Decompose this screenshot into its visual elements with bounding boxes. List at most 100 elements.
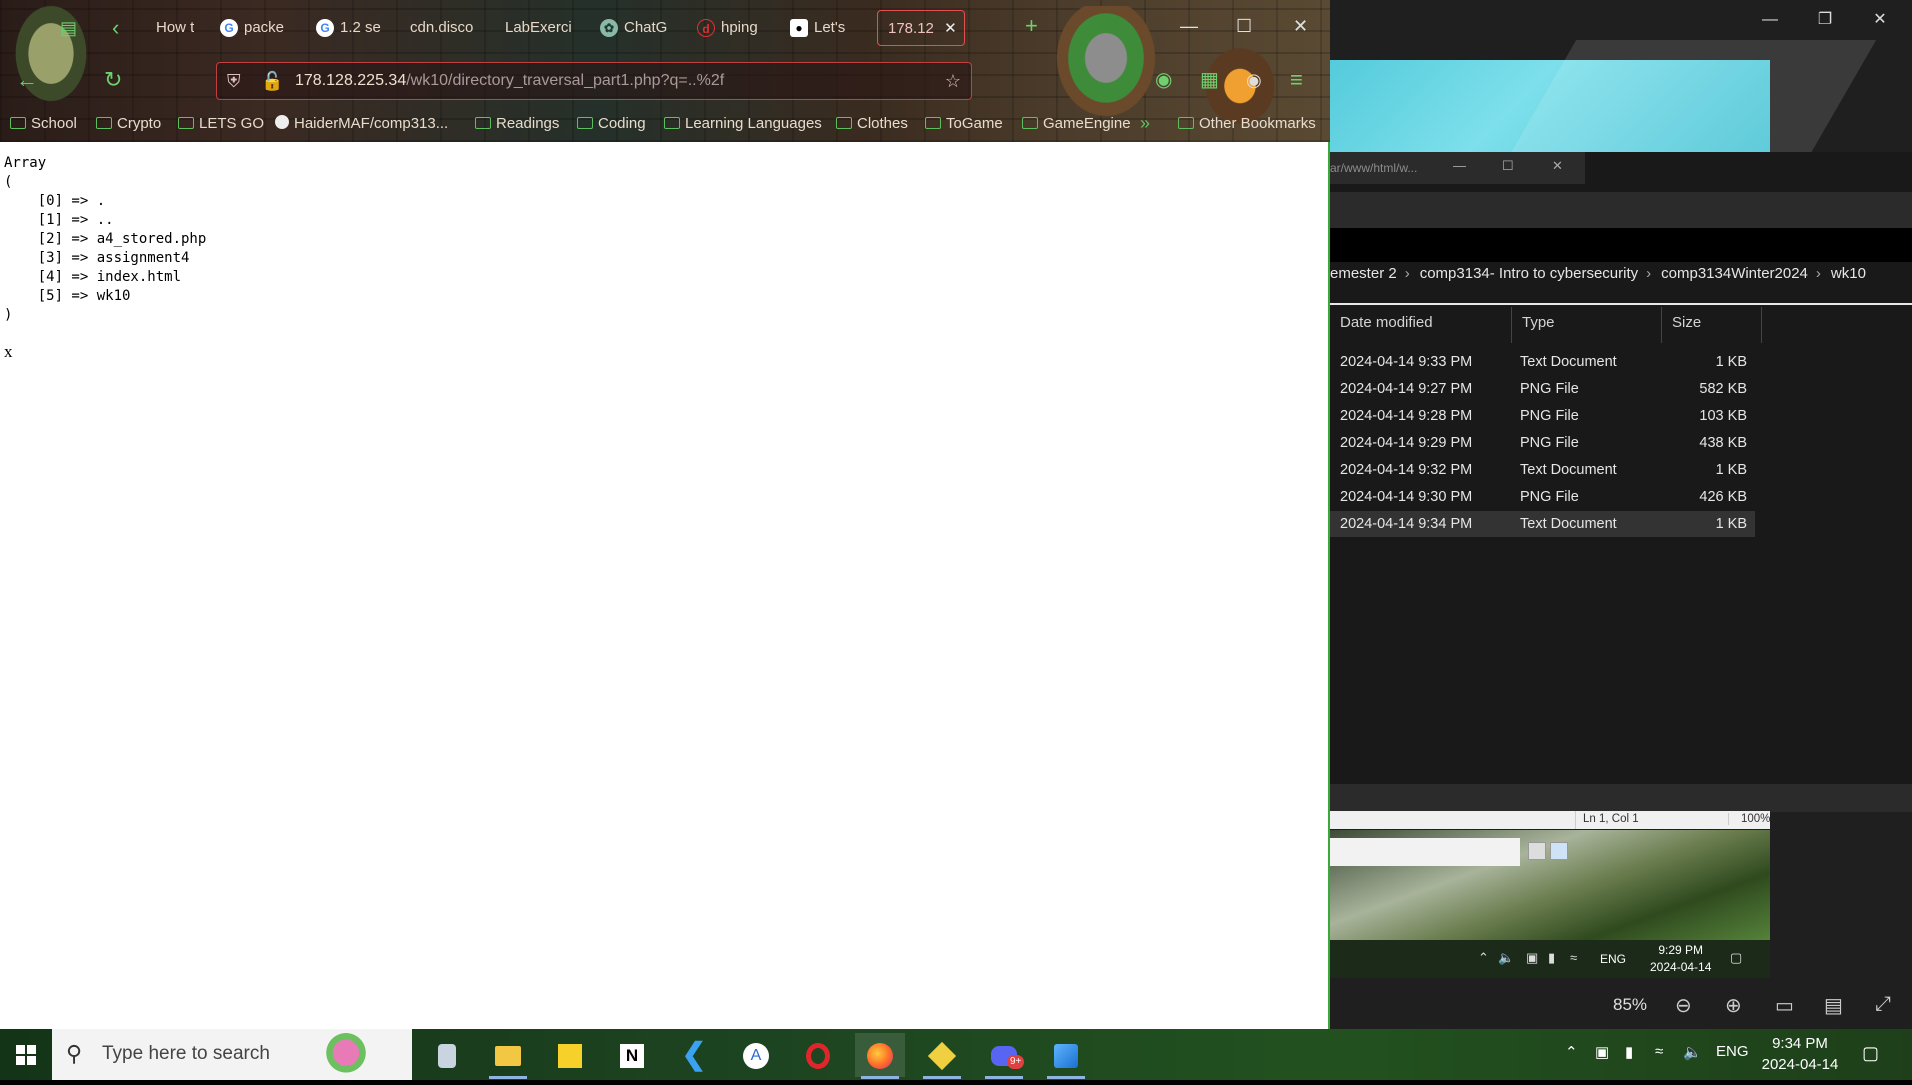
account-icon[interactable]: ◉	[1155, 66, 1172, 94]
bookmark-other[interactable]: Other Bookmarks	[1178, 115, 1316, 132]
bookmark-folder[interactable]: LETS GO	[178, 115, 264, 132]
fullscreen-icon[interactable]: ⤢	[1875, 993, 1891, 1016]
file-row[interactable]: 2024-04-14 9:28 PM PNG File 103 KB	[1330, 403, 1755, 429]
column-size[interactable]: Size	[1662, 307, 1762, 343]
back-icon[interactable]: ←	[16, 66, 38, 94]
extensions-icon[interactable]: ▦	[1200, 66, 1219, 94]
breadcrumb-item[interactable]: emester 2	[1330, 265, 1397, 282]
file-row[interactable]: 2024-04-14 9:32 PM Text Document 1 KB	[1330, 457, 1755, 483]
tab-active-178[interactable]: 178.12 ✕	[877, 10, 965, 46]
tab-packet[interactable]: Gpacke	[220, 10, 290, 46]
file-row[interactable]: 2024-04-14 9:27 PM PNG File 582 KB	[1330, 376, 1755, 402]
tab-how-to[interactable]: How t	[132, 10, 194, 46]
notion-icon[interactable]: N	[607, 1033, 657, 1077]
clock-time: 9:34 PM	[1772, 1035, 1828, 1052]
maximize-icon[interactable]: ☐	[1236, 16, 1252, 37]
view-tiles-icon[interactable]	[1550, 842, 1568, 860]
file-explorer-icon[interactable]	[483, 1033, 533, 1079]
tab-scroll-left-icon[interactable]: ‹	[112, 14, 119, 42]
photos-icon[interactable]	[1041, 1033, 1091, 1079]
folder-icon	[925, 117, 941, 129]
windows-icon	[16, 1045, 36, 1065]
notification-badge: 9+	[1007, 1055, 1025, 1069]
start-button[interactable]	[0, 1029, 52, 1080]
clock[interactable]: 9:34 PM 2024-04-14	[1755, 1033, 1845, 1075]
tab-hping[interactable]: d hping	[697, 10, 765, 46]
mini-clock: 9:29 PM 2024-04-14	[1650, 942, 1711, 976]
folder-icon	[1178, 117, 1194, 129]
search-box[interactable]: ⚲ Type here to search	[52, 1029, 412, 1080]
tab-lab-exercise[interactable]: LabExerci	[505, 10, 577, 46]
terminal-window-titlebar[interactable]: ar/www/html/w... — ☐ ✕	[1330, 152, 1585, 184]
address-bar[interactable]: ⛨ 🔓 178.128.225.34/wk10/directory_traver…	[216, 62, 972, 100]
file-row[interactable]: 2024-04-14 9:29 PM PNG File 438 KB	[1330, 430, 1755, 456]
extension-eye-icon[interactable]: ◉	[1246, 66, 1262, 94]
zoom-in-icon[interactable]: ⊕	[1725, 993, 1742, 1018]
opera-icon[interactable]	[793, 1033, 843, 1077]
file-row[interactable]: 2024-04-14 9:33 PM Text Document 1 KB	[1330, 349, 1755, 375]
minimize-icon[interactable]: —	[1750, 8, 1790, 32]
close-icon[interactable]: ✕	[1552, 158, 1563, 174]
sticky-notes-icon[interactable]	[545, 1033, 595, 1077]
minimize-icon[interactable]: —	[1453, 158, 1466, 173]
bookmark-folder[interactable]: School	[10, 115, 77, 132]
git-icon[interactable]	[917, 1033, 967, 1079]
tab-section[interactable]: G 1.2 se	[316, 10, 386, 46]
bookmark-folder[interactable]: Crypto	[96, 115, 161, 132]
breadcrumb-item[interactable]: comp3134- Intro to cybersecurity	[1420, 265, 1638, 282]
discord-icon[interactable]: 9+	[979, 1033, 1029, 1079]
bookmark-star-icon[interactable]: ☆	[945, 63, 961, 99]
file-row-selected[interactable]: 2024-04-14 9:34 PM Text Document 1 KB	[1330, 511, 1755, 537]
breadcrumb-item[interactable]: wk10	[1831, 265, 1866, 282]
more-bookmarks-icon[interactable]: »	[1140, 113, 1150, 134]
column-date-modified[interactable]: Date modified	[1330, 307, 1512, 343]
vscode-icon[interactable]: ❮	[669, 1033, 719, 1077]
file-type: PNG File	[1520, 381, 1579, 397]
bookmark-folder[interactable]: Coding	[577, 115, 646, 132]
bookmark-folder[interactable]: ToGame	[925, 115, 1003, 132]
notification-center-icon[interactable]: ▢	[1862, 1043, 1879, 1064]
restore-icon[interactable]: ❐	[1805, 8, 1845, 32]
sidebar-icon[interactable]: ▤	[60, 14, 77, 42]
app-store-icon[interactable]: A	[731, 1033, 781, 1077]
breadcrumb[interactable]: emester 2 › comp3134- Intro to cybersecuri…	[1330, 265, 1912, 295]
tab-lets[interactable]: ● Let's	[790, 10, 854, 46]
fit-window-icon[interactable]: ▭	[1775, 993, 1794, 1018]
shield-icon[interactable]: ⛨	[227, 63, 241, 99]
minimize-icon[interactable]: —	[1180, 16, 1198, 37]
tab-chatgpt[interactable]: ✿ ChatG	[600, 10, 668, 46]
close-icon[interactable]: ✕	[1293, 16, 1308, 37]
insecure-lock-icon[interactable]: 🔓	[261, 63, 283, 99]
battery-icon[interactable]: ▮	[1625, 1043, 1633, 1061]
bookmark-folder[interactable]: Readings	[475, 115, 559, 132]
actual-size-icon[interactable]: ▤	[1824, 993, 1843, 1018]
view-details-icon[interactable]	[1528, 842, 1546, 860]
tab-cdn-discord[interactable]: cdn.disco	[410, 10, 480, 46]
breadcrumb-item[interactable]: comp3134Winter2024	[1661, 265, 1808, 282]
device-icon[interactable]: ▣	[1595, 1043, 1609, 1061]
bookmark-folder[interactable]: GameEngine	[1022, 115, 1131, 132]
chevron-up-icon[interactable]: ⌃	[1565, 1043, 1578, 1061]
volume-icon[interactable]: 🔈	[1683, 1043, 1702, 1061]
photos-toolbar: 85% ⊖ ⊕ ▭ ▤ ⤢	[1330, 985, 1912, 1025]
close-icon[interactable]: ✕	[1860, 8, 1900, 32]
zoom-out-icon[interactable]: ⊖	[1675, 993, 1692, 1018]
close-tab-icon[interactable]: ✕	[944, 20, 957, 37]
column-type[interactable]: Type	[1512, 307, 1662, 343]
bookmark-folder[interactable]: Clothes	[836, 115, 908, 132]
disk-icon[interactable]	[422, 1033, 472, 1077]
menu-icon[interactable]: ≡	[1290, 66, 1303, 94]
bookmark-github[interactable]: HaiderMAF/comp313...	[275, 115, 448, 132]
reload-icon[interactable]: ↻	[104, 66, 122, 94]
url-text[interactable]: 178.128.225.34/wk10/directory_traversal_…	[295, 63, 724, 99]
file-row[interactable]: 2024-04-14 9:30 PM PNG File 426 KB	[1330, 484, 1755, 510]
bookmark-folder[interactable]: Learning Languages	[664, 115, 822, 132]
chevron-up-icon: ⌃	[1478, 950, 1489, 965]
wifi-icon[interactable]: ≈	[1655, 1043, 1663, 1060]
bookmarks-toolbar: School Crypto LETS GO HaiderMAF/comp313.…	[0, 111, 1330, 141]
new-tab-icon[interactable]: +	[1025, 12, 1038, 40]
language-indicator[interactable]: ENG	[1716, 1043, 1749, 1060]
maximize-icon[interactable]: ☐	[1502, 158, 1514, 174]
file-size: 426 KB	[1699, 489, 1747, 505]
firefox-icon[interactable]	[855, 1033, 905, 1079]
